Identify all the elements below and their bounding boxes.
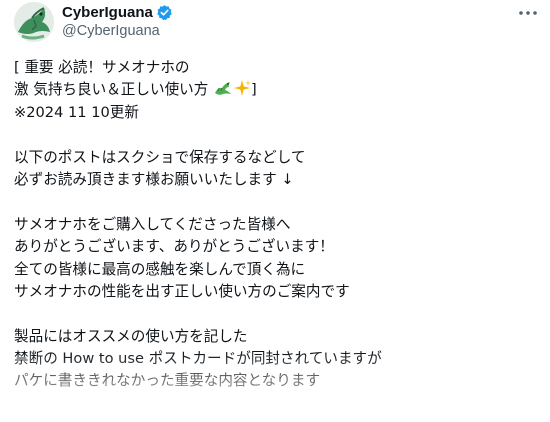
sparkles-emoji <box>233 79 251 104</box>
post-line: ありがとうございます、ありがとうございます！ <box>14 238 334 256</box>
post-line-text: 激 気持ち良い＆正しい使い方 <box>14 81 213 99</box>
author-display-name[interactable]: CyberIguana <box>62 4 153 21</box>
author-block: CyberIguana @CyberIguana <box>62 3 173 39</box>
post-line: 禁断の How to use ポストカードが同封されていますが <box>14 350 382 368</box>
post-line: [ 重要 必読！サメオナホの <box>14 59 190 76</box>
post-line: サメオナホの性能を出す正しい使い方のご案内です <box>14 282 350 300</box>
post-line: 必ずお読み頂きます様お願いいたします ↓ <box>14 170 294 188</box>
post-line-suffix: ] <box>251 81 257 99</box>
post-line: ※2024 11 10更新 <box>14 103 139 121</box>
avatar[interactable] <box>14 2 54 42</box>
more-options-icon[interactable] <box>516 3 540 23</box>
post-line: 以下のポストはスクショで保存するなどして <box>14 148 306 166</box>
post-line: サメオナホをご購入してくださった皆様へ <box>14 215 291 233</box>
post-line: 製品にはオススメの使い方を記した <box>14 327 248 345</box>
post-line: 激 気持ち良い＆正しい使い方 ] <box>14 79 534 101</box>
author-handle[interactable]: @CyberIguana <box>62 23 173 39</box>
avatar-iguana-image <box>14 2 54 42</box>
post-line: パケに書ききれなかった重要な内容となります <box>14 372 321 390</box>
post: CyberIguana @CyberIguana [ 重要 必読！サメオナホの … <box>0 0 550 422</box>
author-name-row: CyberIguana <box>62 3 173 22</box>
verified-badge-icon <box>156 4 173 21</box>
dragon-emoji <box>213 79 233 104</box>
post-text: [ 重要 必読！サメオナホの 激 気持ち良い＆正しい使い方 ] ※2024 11… <box>14 57 534 393</box>
post-line: 全ての皆様に最高の感触を楽しんで頂く為に <box>14 260 306 278</box>
